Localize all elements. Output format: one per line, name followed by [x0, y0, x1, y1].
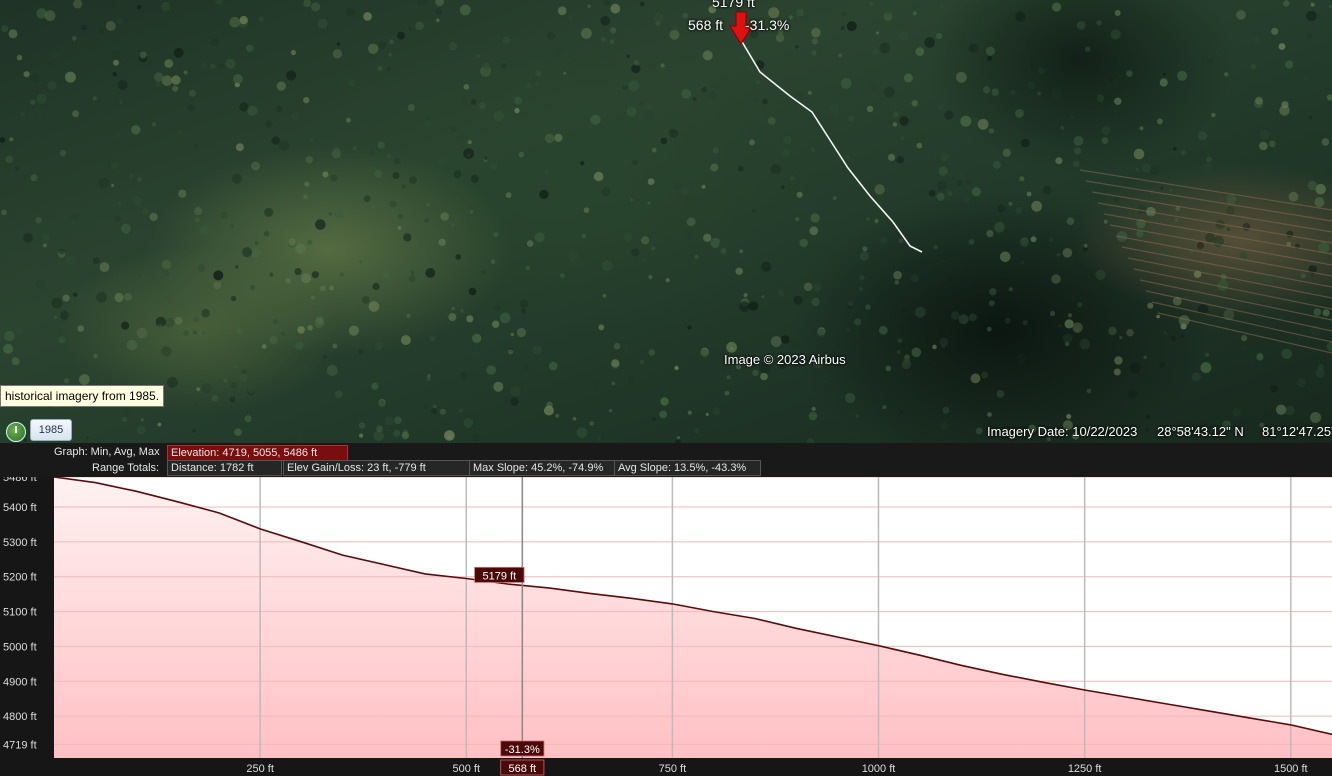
y-tick-label: 4719 ft [3, 739, 37, 751]
satellite-map-view[interactable]: 5179 ft 568 ft -31.3% Image © 2023 Airbu… [0, 0, 1332, 443]
elevation-stats: Elevation: 4719, 5055, 5486 ft [167, 445, 348, 461]
clock-icon[interactable] [6, 422, 26, 442]
imagery-copyright: Image © 2023 Airbus [724, 352, 846, 367]
x-tick-label: 750 ft [659, 763, 687, 775]
y-tick-label: 5100 ft [3, 607, 37, 619]
elevation-chart[interactable]: 5486 ft 5400 ft 5300 ft 5200 ft 5100 ft 5000 … [0, 477, 1332, 776]
x-tick-label: 1000 ft [862, 763, 896, 775]
y-tick-label: 5300 ft [3, 537, 37, 549]
elevation-profile-info-bar: Graph: Min, Avg, Max Elevation: 4719, 50… [0, 443, 1332, 477]
latitude-readout: 28°58'43.12" N [1157, 424, 1244, 439]
max-slope-stat: Max Slope: 45.2%, -74.9% [469, 460, 616, 476]
x-tick-label: 500 ft [452, 763, 480, 775]
x-tick-label: 1500 ft [1274, 763, 1308, 775]
elevation-profile-graph[interactable]: 5486 ft 5400 ft 5300 ft 5200 ft 5100 ft 5000 … [0, 477, 1332, 776]
cursor-slope-label: -31.3% [745, 17, 790, 33]
y-tick-label: 4800 ft [3, 711, 37, 723]
cursor-distance-badge: 568 ft [509, 763, 537, 775]
measured-path-line [740, 39, 923, 253]
x-tick-label: 1250 ft [1068, 763, 1102, 775]
y-tick-label: 5486 ft [3, 477, 37, 484]
y-tick-label: 5000 ft [3, 641, 37, 653]
cursor-elevation-label: 5179 ft [712, 0, 755, 10]
y-tick-label: 5200 ft [3, 572, 37, 584]
cursor-elevation-badge: 5179 ft [483, 570, 517, 582]
historical-year-button[interactable]: 1985 [30, 419, 72, 441]
distance-stat: Distance: 1782 ft [167, 460, 282, 476]
avg-slope-stat: Avg Slope: 13.5%, -43.3% [614, 460, 761, 476]
graph-mode-label[interactable]: Graph: Min, Avg, Max [54, 445, 160, 459]
historical-imagery-tooltip: historical imagery from 1985. [0, 385, 165, 407]
y-tick-label: 4900 ft [3, 676, 37, 688]
x-tick-label: 250 ft [246, 763, 274, 775]
imagery-date: Imagery Date: 10/22/2023 [987, 424, 1138, 439]
cursor-distance-label: 568 ft [688, 17, 724, 33]
range-totals-label: Range Totals: [92, 462, 160, 474]
y-tick-label: 5400 ft [3, 502, 37, 514]
cursor-slope-badge: -31.3% [505, 744, 540, 756]
longitude-readout: 81°12'47.25" [1262, 424, 1332, 439]
elev-gain-loss-stat: Elev Gain/Loss: 23 ft, -779 ft [283, 460, 471, 476]
path-overlay [729, 11, 923, 253]
